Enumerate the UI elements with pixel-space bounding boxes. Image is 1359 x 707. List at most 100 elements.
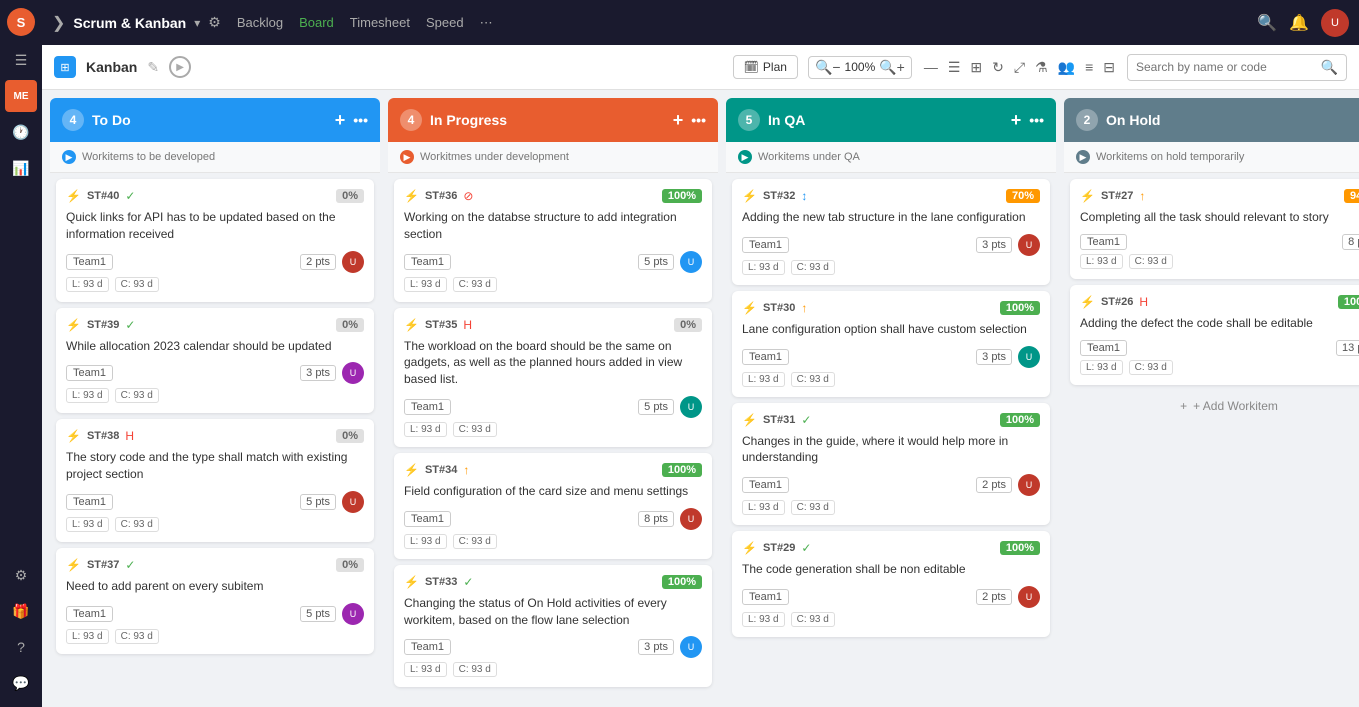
card-id: ST#38 bbox=[87, 430, 119, 442]
tb-group-icon[interactable]: 👥 bbox=[1056, 57, 1077, 78]
card-dates: L: 93 d C: 93 d bbox=[404, 534, 702, 549]
tb-expand-icon[interactable]: ⤢ bbox=[1012, 57, 1027, 78]
card-footer: Team1 2 pts U bbox=[66, 251, 364, 273]
todo-more-btn[interactable]: ••• bbox=[353, 112, 368, 128]
tb-columns-icon[interactable]: ⊟ bbox=[1101, 57, 1117, 78]
card-date-l: L: 93 d bbox=[66, 629, 109, 644]
tb-lines-icon[interactable]: ≡ bbox=[1083, 57, 1095, 77]
nav-timesheet[interactable]: Timesheet bbox=[350, 15, 410, 31]
main-content: ❯ Scrum & Kanban ▾ ⚙ Backlog Board Times… bbox=[42, 0, 1359, 707]
card-pct: 94% bbox=[1344, 189, 1359, 203]
card-header: ⚡ ST#39 ✓ 0% bbox=[66, 318, 364, 332]
column-onhold: 2 On Hold + ▶ Workitems on hold temporar… bbox=[1064, 98, 1359, 699]
card-pct: 0% bbox=[336, 429, 364, 443]
card-team[interactable]: Team1 bbox=[404, 399, 451, 415]
nav-gear-icon[interactable]: ⚙ bbox=[208, 14, 221, 31]
add-workitem-btn[interactable]: + + Add Workitem bbox=[1070, 391, 1359, 421]
table-row[interactable]: ⚡ ST#26 H 100% Adding the defect the cod… bbox=[1070, 285, 1359, 385]
sidebar-chat[interactable]: 💬 bbox=[5, 667, 37, 699]
inprogress-more-btn[interactable]: ••• bbox=[691, 112, 706, 128]
play-btn[interactable]: ▶ bbox=[169, 56, 191, 78]
card-team[interactable]: Team1 bbox=[742, 589, 789, 605]
card-team[interactable]: Team1 bbox=[404, 254, 451, 270]
table-row[interactable]: ⚡ ST#32 ↕ 70% Adding the new tab structu… bbox=[732, 179, 1050, 285]
sidebar-gift[interactable]: 🎁 bbox=[5, 595, 37, 627]
sidebar-settings[interactable]: ⚙ bbox=[5, 559, 37, 591]
card-date-c: C: 93 d bbox=[115, 277, 159, 292]
card-date-l: L: 93 d bbox=[404, 534, 447, 549]
card-avatar: U bbox=[342, 491, 364, 513]
nav-expand-btn[interactable]: ❯ bbox=[52, 13, 65, 33]
card-header: ⚡ ST#35 H 0% bbox=[404, 318, 702, 332]
nav-title: Scrum & Kanban bbox=[73, 15, 186, 31]
card-header: ⚡ ST#26 H 100% bbox=[1080, 295, 1359, 309]
card-date-c: C: 93 d bbox=[1129, 254, 1173, 269]
zoom-out-btn[interactable]: 🔍− bbox=[815, 59, 841, 76]
table-row[interactable]: ⚡ ST#33 ✓ 100% Changing the status of On… bbox=[394, 565, 712, 688]
nav-dropdown-arrow[interactable]: ▾ bbox=[194, 16, 200, 30]
inqa-more-btn[interactable]: ••• bbox=[1029, 112, 1044, 128]
tb-refresh-icon[interactable]: ↻ bbox=[990, 57, 1006, 78]
table-row[interactable]: ⚡ ST#31 ✓ 100% Changes in the guide, whe… bbox=[732, 403, 1050, 526]
sidebar-help[interactable]: ? bbox=[5, 631, 37, 663]
inprogress-add-btn[interactable]: + bbox=[673, 110, 684, 131]
inqa-add-btn[interactable]: + bbox=[1011, 110, 1022, 131]
sub-nav: ⊞ Kanban ✎ ▶ 🗓 Plan 🔍− 100% 🔍+ — ☰ ⊞ ↻ ⤢… bbox=[42, 45, 1359, 90]
nav-speed[interactable]: Speed bbox=[426, 15, 464, 31]
zoom-in-btn[interactable]: 🔍+ bbox=[879, 59, 905, 76]
user-avatar[interactable]: U bbox=[1321, 9, 1349, 37]
card-footer: Team1 3 pts U bbox=[742, 346, 1040, 368]
sidebar-chart[interactable]: 📊 bbox=[5, 152, 37, 184]
card-team[interactable]: Team1 bbox=[66, 254, 113, 270]
table-row[interactable]: ⚡ ST#39 ✓ 0% While allocation 2023 calen… bbox=[56, 308, 374, 414]
card-team[interactable]: Team1 bbox=[742, 349, 789, 365]
tb-minus-icon[interactable]: — bbox=[922, 57, 940, 77]
table-row[interactable]: ⚡ ST#40 ✓ 0% Quick links for API has to … bbox=[56, 179, 374, 302]
card-date-c: C: 93 d bbox=[453, 422, 497, 437]
card-pts: 3 pts bbox=[976, 349, 1012, 365]
card-team[interactable]: Team1 bbox=[66, 494, 113, 510]
onhold-body: ⚡ ST#27 ↑ 94% Completing all the task sh… bbox=[1064, 173, 1359, 699]
tb-list-icon[interactable]: ☰ bbox=[946, 57, 963, 78]
table-row[interactable]: ⚡ ST#34 ↑ 100% Field configuration of th… bbox=[394, 453, 712, 559]
bell-icon[interactable]: 🔔 bbox=[1289, 13, 1309, 33]
inqa-description: ▶ Workitems under QA bbox=[726, 142, 1056, 173]
table-row[interactable]: ⚡ ST#27 ↑ 94% Completing all the task sh… bbox=[1070, 179, 1359, 279]
card-team[interactable]: Team1 bbox=[1080, 340, 1127, 356]
sidebar-menu-btn[interactable]: ☰ bbox=[5, 44, 37, 76]
search-input[interactable] bbox=[1136, 60, 1315, 74]
todo-add-btn[interactable]: + bbox=[335, 110, 346, 131]
card-avatar: U bbox=[680, 251, 702, 273]
table-row[interactable]: ⚡ ST#35 H 0% The workload on the board s… bbox=[394, 308, 712, 447]
card-team[interactable]: Team1 bbox=[404, 639, 451, 655]
table-row[interactable]: ⚡ ST#38 H 0% The story code and the type… bbox=[56, 419, 374, 542]
plan-button[interactable]: 🗓 Plan bbox=[733, 55, 798, 79]
card-team[interactable]: Team1 bbox=[404, 511, 451, 527]
card-team[interactable]: Team1 bbox=[742, 237, 789, 253]
table-row[interactable]: ⚡ ST#37 ✓ 0% Need to add parent on every… bbox=[56, 548, 374, 654]
nav-backlog[interactable]: Backlog bbox=[237, 15, 283, 31]
card-header: ⚡ ST#32 ↕ 70% bbox=[742, 189, 1040, 203]
nav-more-btn[interactable]: ⋯ bbox=[480, 15, 493, 31]
search-btn-icon[interactable]: 🔍 bbox=[1321, 59, 1338, 76]
tb-filter-icon[interactable]: ⚗ bbox=[1033, 57, 1050, 78]
table-row[interactable]: ⚡ ST#29 ✓ 100% The code generation shall… bbox=[732, 531, 1050, 637]
card-team[interactable]: Team1 bbox=[66, 365, 113, 381]
table-row[interactable]: ⚡ ST#36 ⊘ 100% Working on the databse st… bbox=[394, 179, 712, 302]
card-type-icon: ⚡ bbox=[404, 463, 419, 477]
sidebar-me[interactable]: ME bbox=[5, 80, 37, 112]
search-box[interactable]: 🔍 bbox=[1127, 54, 1347, 81]
search-icon[interactable]: 🔍 bbox=[1257, 13, 1277, 33]
card-team[interactable]: Team1 bbox=[1080, 234, 1127, 250]
edit-title-icon[interactable]: ✎ bbox=[147, 59, 159, 76]
zoom-controls: 🔍− 100% 🔍+ bbox=[808, 56, 912, 79]
nav-board[interactable]: Board bbox=[299, 15, 334, 31]
card-date-c: C: 93 d bbox=[115, 517, 159, 532]
kanban-view-icon[interactable]: ⊞ bbox=[54, 56, 76, 78]
table-row[interactable]: ⚡ ST#30 ↑ 100% Lane configuration option… bbox=[732, 291, 1050, 397]
card-team[interactable]: Team1 bbox=[742, 477, 789, 493]
card-team[interactable]: Team1 bbox=[66, 606, 113, 622]
tb-grid-icon[interactable]: ⊞ bbox=[968, 57, 984, 78]
card-dates: L: 93 d C: 93 d bbox=[404, 422, 702, 437]
sidebar-clock[interactable]: 🕐 bbox=[5, 116, 37, 148]
